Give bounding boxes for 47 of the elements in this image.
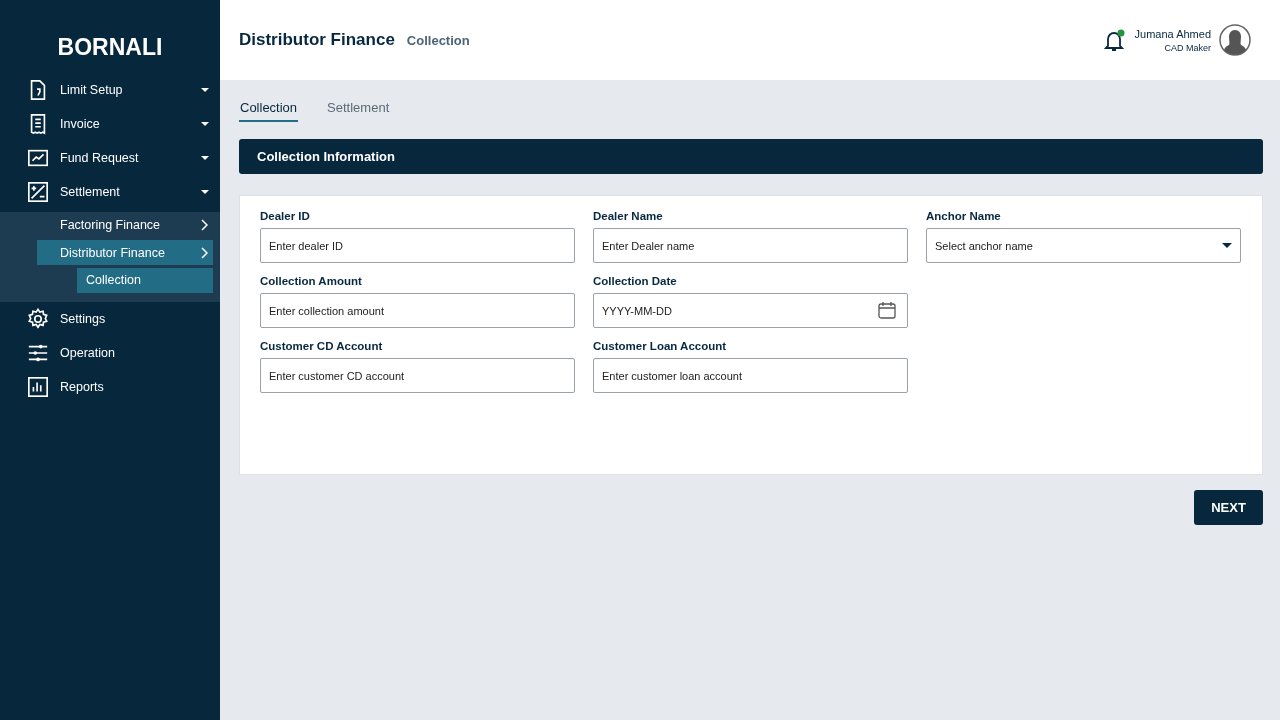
nav-item[interactable]: Reports	[0, 370, 220, 404]
section-title: Collection Information	[257, 149, 395, 164]
field-label: Customer Loan Account	[593, 340, 728, 352]
next-button[interactable]: NEXT	[1194, 490, 1263, 525]
input-field[interactable]: Enter collection amount	[260, 293, 575, 328]
logo-text: BORNALI	[56, 33, 164, 62]
field-label: Customer CD Account	[260, 340, 384, 352]
caret-down-icon	[201, 156, 209, 160]
submenu-item[interactable]: Factoring Finance	[0, 212, 213, 237]
nav-item[interactable]: Invoice	[0, 107, 220, 141]
field-label: Anchor Name	[926, 210, 1002, 222]
tab[interactable]: Settlement	[326, 98, 391, 122]
nav-item[interactable]: Limit Setup	[0, 73, 220, 107]
calendar-icon	[878, 301, 896, 319]
caret-down-icon	[201, 122, 209, 126]
field-label: Dealer ID	[260, 210, 311, 222]
submenu-item[interactable]: Collection	[77, 268, 213, 293]
caret-down-icon	[1222, 243, 1232, 248]
input-field[interactable]: Enter dealer ID	[260, 228, 575, 263]
sliders-icon	[27, 342, 49, 364]
tab[interactable]: Collection	[239, 98, 299, 122]
field-label: Collection Amount	[260, 275, 363, 287]
field-label: Dealer Name	[593, 210, 664, 222]
caret-down-icon	[201, 88, 209, 92]
chevron-right-icon	[201, 246, 208, 259]
chart-icon	[27, 147, 49, 169]
field-label: Collection Date	[593, 275, 678, 287]
caret-down-icon	[201, 190, 209, 194]
date-field[interactable]: YYYY-MM-DD	[593, 293, 908, 328]
user-role: CAD Maker	[1164, 42, 1211, 53]
page-title: Distributor Finance	[239, 30, 395, 50]
avatar-icon	[1219, 24, 1251, 56]
bar-chart-icon	[27, 376, 49, 398]
nav-item[interactable]: Settlement	[0, 175, 220, 209]
percent-box-icon	[27, 181, 49, 203]
input-field[interactable]: Enter Dealer name	[593, 228, 908, 263]
input-field[interactable]: Enter customer loan account	[593, 358, 908, 393]
page-subtitle: Collection	[406, 33, 470, 48]
user-name: Jumana Ahmed	[1134, 27, 1211, 40]
nav-item[interactable]: Operation	[0, 336, 220, 370]
nav-item[interactable]: Fund Request	[0, 141, 220, 175]
submenu-item[interactable]: Distributor Finance	[37, 240, 213, 265]
dropdown-field[interactable]: Select anchor name	[926, 228, 1241, 263]
gear-icon	[27, 308, 49, 330]
chevron-right-icon	[201, 218, 208, 231]
nav-item[interactable]: Settings	[0, 302, 220, 336]
input-field[interactable]: Enter customer CD account	[260, 358, 575, 393]
